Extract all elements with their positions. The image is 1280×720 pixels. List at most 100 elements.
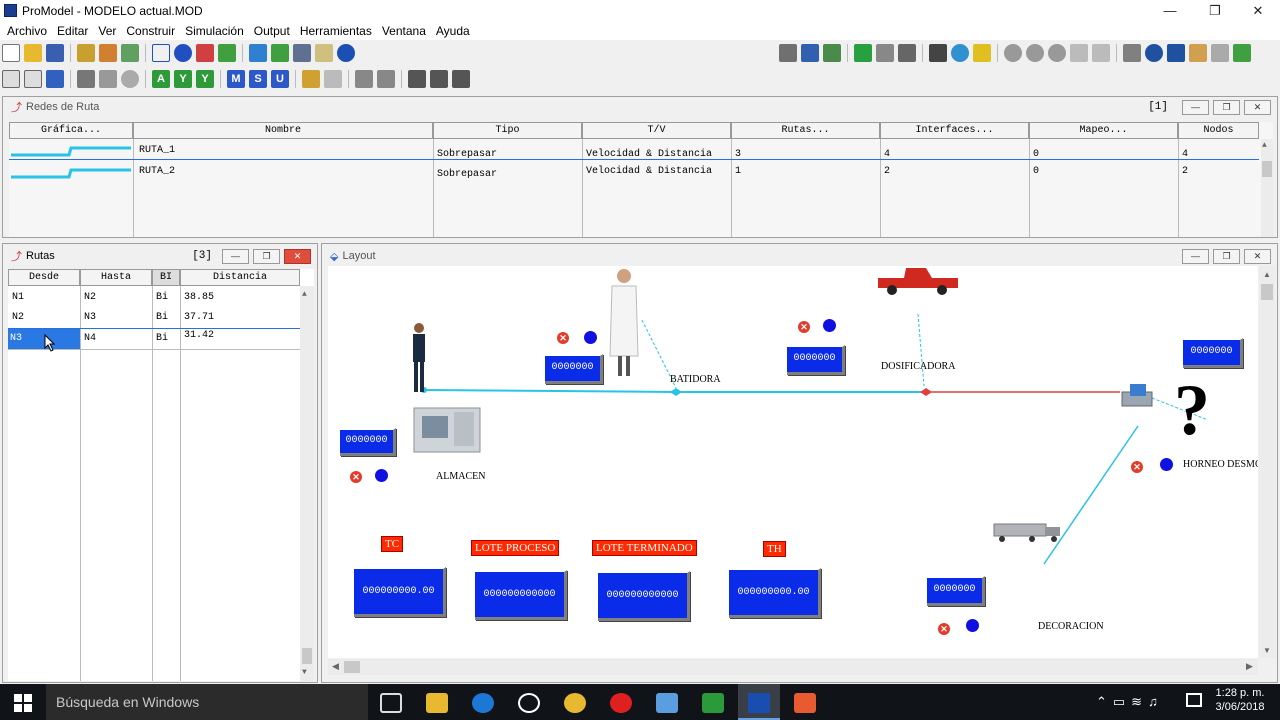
form-icon[interactable] bbox=[24, 70, 42, 88]
pause-icon[interactable] bbox=[876, 44, 894, 62]
window-minimize-button[interactable]: — bbox=[222, 248, 249, 264]
zoom-fit-icon[interactable] bbox=[99, 70, 117, 88]
scroll-left-icon[interactable]: ◀ bbox=[332, 661, 339, 672]
window-close-button[interactable]: ✕ bbox=[284, 248, 311, 264]
rectangle-icon[interactable] bbox=[152, 44, 170, 62]
interfaces-cell[interactable]: 2 bbox=[882, 162, 890, 182]
file-explorer-icon[interactable] bbox=[426, 693, 448, 713]
graphics-icon[interactable] bbox=[293, 44, 311, 62]
play-icon[interactable] bbox=[854, 44, 872, 62]
to-cell[interactable]: N2 bbox=[82, 288, 96, 308]
bi-cell[interactable]: Bi bbox=[154, 308, 168, 328]
menu-ayuda[interactable]: Ayuda bbox=[431, 22, 475, 40]
chrome-browser-icon[interactable] bbox=[564, 693, 586, 713]
hammer-icon[interactable] bbox=[1189, 44, 1207, 62]
window-icon[interactable] bbox=[801, 44, 819, 62]
scroll-up-icon[interactable]: ▲ bbox=[1262, 141, 1267, 150]
stop-icon[interactable] bbox=[898, 44, 916, 62]
edge-browser-icon[interactable] bbox=[472, 693, 494, 713]
column-header[interactable]: Nodos bbox=[1178, 122, 1259, 139]
run-model-icon[interactable] bbox=[973, 44, 991, 62]
open-folder-icon[interactable] bbox=[24, 44, 42, 62]
window-restore-button[interactable]: ❐ bbox=[1213, 248, 1240, 264]
letter-s-icon[interactable]: S bbox=[249, 70, 267, 88]
type-cell[interactable]: Sobrepasar bbox=[435, 145, 497, 165]
window-restore-button[interactable]: ❐ bbox=[1213, 99, 1240, 115]
taskbar-search[interactable]: Búsqueda en Windows bbox=[46, 684, 368, 720]
window-close-button[interactable]: ✕ bbox=[1244, 99, 1271, 115]
arrivals-icon[interactable] bbox=[249, 44, 267, 62]
counter-dosificadora[interactable]: 0000000 bbox=[787, 345, 845, 375]
tools-icon[interactable] bbox=[324, 70, 342, 88]
validate-icon[interactable] bbox=[1048, 44, 1066, 62]
windows-start-icon[interactable] bbox=[14, 694, 32, 712]
table-view-icon[interactable] bbox=[2, 70, 20, 88]
export-icon[interactable] bbox=[823, 44, 841, 62]
counter-decoracion[interactable]: 0000000 bbox=[927, 576, 985, 606]
menu-ventana[interactable]: Ventana bbox=[377, 22, 431, 40]
align-left-icon[interactable] bbox=[408, 70, 426, 88]
window-restore-button[interactable]: ❐ bbox=[253, 248, 280, 264]
column-header[interactable]: Nombre bbox=[133, 122, 433, 139]
variable-value-th[interactable]: 000000000.00 bbox=[729, 568, 821, 618]
scroll-up-icon[interactable]: ▲ bbox=[1263, 270, 1271, 279]
stats-icon[interactable] bbox=[1092, 44, 1110, 62]
menu-archivo[interactable]: Archivo bbox=[2, 22, 52, 40]
mapping-cell[interactable]: 0 bbox=[1031, 162, 1039, 182]
globe-icon[interactable] bbox=[951, 44, 969, 62]
recorder-icon[interactable] bbox=[794, 693, 816, 713]
from-cell[interactable]: N1 bbox=[10, 288, 24, 308]
distance-cell[interactable]: 37.71 bbox=[182, 308, 214, 328]
counter-batidora[interactable]: 0000000 bbox=[545, 354, 603, 384]
variable-value-tc[interactable]: 000000000.00 bbox=[354, 567, 446, 617]
scroll-thumb[interactable] bbox=[1261, 284, 1273, 300]
name-cell[interactable]: RUTA_2 bbox=[137, 162, 175, 182]
letter-a-icon[interactable]: A bbox=[152, 70, 170, 88]
settings-icon[interactable] bbox=[779, 44, 797, 62]
download-icon[interactable] bbox=[271, 44, 289, 62]
filter-icon[interactable] bbox=[1004, 44, 1022, 62]
task-view-icon[interactable] bbox=[380, 693, 402, 713]
window-minimize-button[interactable]: — bbox=[1182, 248, 1209, 264]
tv-cell[interactable]: Velocidad & Distancia bbox=[584, 162, 712, 182]
scroll-down-icon[interactable]: ▼ bbox=[1263, 646, 1271, 655]
media-player-icon[interactable] bbox=[518, 693, 540, 713]
menu-ver[interactable]: Ver bbox=[93, 22, 121, 40]
window-minimize-button[interactable]: — bbox=[1182, 99, 1209, 115]
distance-cell[interactable]: 31.42 bbox=[182, 326, 214, 346]
clock[interactable]: 1:28 p. m. 3/06/2018 bbox=[1214, 687, 1266, 713]
counter-almacen[interactable]: 0000000 bbox=[340, 428, 396, 456]
notes-app-icon[interactable] bbox=[656, 693, 678, 713]
bookmark-icon[interactable] bbox=[302, 70, 320, 88]
align-right-icon[interactable] bbox=[430, 70, 448, 88]
vertical-scrollbar[interactable]: ▲ bbox=[1261, 139, 1273, 237]
column-header[interactable]: Gráfica... bbox=[9, 122, 133, 139]
scroll-thumb[interactable] bbox=[302, 648, 312, 664]
column-header[interactable]: Interfaces... bbox=[880, 122, 1029, 139]
bi-cell[interactable]: Bi bbox=[154, 329, 168, 349]
path-network-icon[interactable] bbox=[196, 44, 214, 62]
letter-m-icon[interactable]: M bbox=[227, 70, 245, 88]
promodel-taskbar-button[interactable] bbox=[738, 684, 780, 720]
layout-horizontal-scrollbar[interactable]: ◀ ▶ bbox=[328, 659, 1258, 675]
letter-y-icon[interactable]: Y bbox=[174, 70, 192, 88]
paste-icon[interactable] bbox=[377, 70, 395, 88]
system-tray-icons[interactable]: ⌃▭≋♫ bbox=[1096, 694, 1164, 710]
layout-canvas[interactable]: ? 0000000 0000000 0000000 0000000 000000… bbox=[328, 266, 1258, 658]
column-header[interactable]: Tipo bbox=[433, 122, 582, 139]
table-icon[interactable] bbox=[1211, 44, 1229, 62]
from-cell[interactable]: N2 bbox=[10, 308, 24, 328]
menu-output[interactable]: Output bbox=[249, 22, 295, 40]
layout-vertical-scrollbar[interactable]: ▲ ▼ bbox=[1259, 266, 1275, 658]
variable-value-lote-terminado[interactable]: 000000000000 bbox=[598, 571, 690, 621]
close-button[interactable]: ✕ bbox=[1236, 0, 1280, 22]
scroll-down-icon[interactable]: ▼ bbox=[302, 668, 307, 677]
scroll-right-icon[interactable]: ▶ bbox=[1246, 661, 1253, 672]
menu-construir[interactable]: Construir bbox=[121, 22, 180, 40]
minimize-button[interactable]: — bbox=[1148, 0, 1192, 22]
name-cell[interactable]: RUTA_1 bbox=[137, 141, 175, 161]
new-file-icon[interactable] bbox=[2, 44, 20, 62]
scroll-thumb[interactable] bbox=[1262, 161, 1272, 177]
letter-y-icon[interactable]: Y bbox=[196, 70, 214, 88]
camera-icon[interactable] bbox=[77, 70, 95, 88]
